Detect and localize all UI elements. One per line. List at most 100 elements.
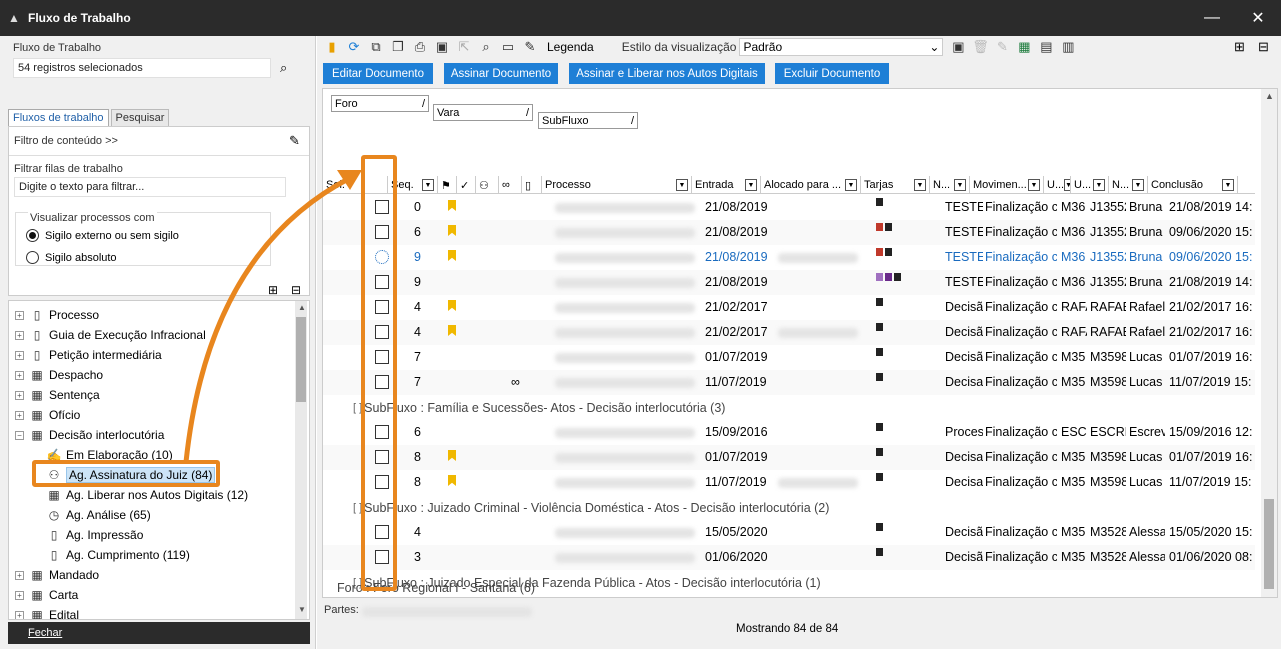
tree-node[interactable]: ▯ Ag. Impressão	[47, 525, 144, 545]
filter-dropdown-icon[interactable]: ▼	[914, 179, 926, 191]
tree-node[interactable]: ◷ Ag. Análise (65)	[47, 505, 151, 525]
col-movimento[interactable]: Movimen... ▼	[970, 176, 1044, 194]
table-row[interactable]: 7 ∞ 11/07/2019 Decisa Finalização c M35 M3598 L…	[323, 370, 1255, 395]
tree-node[interactable]: + ▯ Processo	[15, 305, 99, 325]
tree-node[interactable]: + ▦ Edital	[15, 605, 79, 619]
group-chip-subfluxo[interactable]: SubFluxo /	[538, 112, 638, 129]
new-icon[interactable]: ▮	[323, 38, 341, 56]
print-icon[interactable]: ⎙	[411, 38, 429, 56]
excluir-documento-button[interactable]: Excluir Documento	[775, 63, 889, 84]
radio-sigilo-absoluto[interactable]: Sigilo absoluto	[26, 251, 117, 264]
group-chip-foro[interactable]: Foro /	[331, 95, 429, 112]
close-button[interactable]: ✕	[1235, 0, 1281, 36]
annotate-icon[interactable]: ✎	[521, 38, 539, 56]
filter-dropdown-icon[interactable]: ▼	[1132, 179, 1144, 191]
fluxo-field[interactable]: 54 registros selecionados	[13, 58, 271, 78]
minimize-button[interactable]: —	[1189, 0, 1235, 36]
table-row[interactable]: 4 15/05/2020 Decisã Finalização c M35 M3528 Al…	[323, 520, 1255, 545]
select-icon[interactable]: ⧉	[367, 38, 385, 56]
expander-icon[interactable]: +	[15, 570, 24, 580]
filter-dropdown-icon[interactable]: ▼	[745, 179, 757, 191]
tree-node[interactable]: ▦ Ag. Liberar nos Autos Digitais (12)	[47, 485, 248, 505]
expander-icon[interactable]: +	[15, 390, 24, 400]
radio-sigilo-externo[interactable]: Sigilo externo ou sem sigilo	[26, 229, 179, 242]
table-row[interactable]: 8 11/07/2019 Decisa Finalização c M35 M3598 Lu…	[323, 470, 1255, 495]
filtro-conteudo-link[interactable]: Filtro de conteúdo >>	[14, 135, 118, 147]
comment-icon[interactable]: ▭	[499, 38, 517, 56]
table-row[interactable]: 3 01/06/2020 Decisã Finalização c M35 M3528 Al…	[323, 545, 1255, 570]
tree-node[interactable]: + ▦ Sentença	[15, 385, 100, 405]
col-tarjas[interactable]: Tarjas ▼	[861, 176, 930, 194]
col-conclusao[interactable]: Conclusão ▼	[1148, 176, 1238, 194]
editar-documento-button[interactable]: Editar Documento	[323, 63, 433, 84]
brush-icon[interactable]: ✎	[289, 133, 300, 149]
tree-node[interactable]: ▯ Ag. Cumprimento (119)	[47, 545, 190, 565]
assinar-documento-button[interactable]: Assinar Documento	[444, 63, 558, 84]
col-u2[interactable]: U... ▼	[1071, 176, 1109, 194]
grid-scroll-thumb[interactable]	[1264, 499, 1274, 589]
table-row[interactable]: 8 01/07/2019 Decisa Finalização c M35 M3598 Lu…	[323, 445, 1255, 470]
subfluxo-group-row[interactable]: [ ] SubFluxo : Juizado Criminal - Violên…	[353, 495, 1253, 520]
table-row[interactable]: 6 21/08/2019 TESTEFinalização c M36 J13552Br…	[323, 220, 1255, 245]
grid-scrollbar[interactable]: ▲	[1261, 89, 1277, 597]
table-row[interactable]: 9 21/08/2019 TESTEFinalização c M36 J13552Br…	[323, 245, 1255, 270]
expand-all-grid-icon[interactable]: ⊞	[1234, 39, 1245, 55]
estilo-select[interactable]: Padrão ⌄	[739, 38, 944, 56]
table-row[interactable]: 0 21/08/2019 TESTEFinalização c M36 J13552Br…	[323, 195, 1255, 220]
table-row[interactable]: 7 01/07/2019 Decisã Finalização c M35 M3598 Lu…	[323, 345, 1255, 370]
document-icon[interactable]: ▤	[1037, 38, 1055, 56]
filter-dropdown-icon[interactable]: ▼	[845, 179, 857, 191]
filter-dropdown-icon[interactable]: ▼	[1222, 179, 1234, 191]
excel-icon[interactable]: ▦	[1015, 38, 1033, 56]
filter-dropdown-icon[interactable]: ▼	[1028, 179, 1040, 191]
expander-icon[interactable]: +	[15, 310, 24, 320]
refresh-icon[interactable]: ⟳	[345, 38, 363, 56]
tree-node[interactable]: + ▦ Carta	[15, 585, 78, 605]
columns-icon[interactable]: ▥	[1059, 38, 1077, 56]
expander-icon[interactable]: +	[15, 330, 24, 340]
tab-pesquisar[interactable]: Pesquisar	[110, 109, 170, 126]
edit-style-icon[interactable]: ✎	[993, 38, 1011, 56]
table-row[interactable]: 9 21/08/2019 TESTEFinalização c M36 J13552Br…	[323, 270, 1255, 295]
tree-node[interactable]: + ▦ Mandado	[15, 565, 99, 585]
table-row[interactable]: 4 21/02/2017 DecisãFinalização c RAFARAFAER…	[323, 295, 1255, 320]
col-doc[interactable]: ▯	[522, 176, 542, 194]
tree-scrollbar[interactable]: ▲ ▼	[295, 301, 307, 619]
col-u1[interactable]: U...▼	[1044, 176, 1071, 194]
foro-group-footer[interactable]: Foro : Foro Regional I - Santana (6)	[337, 581, 1237, 595]
table-row[interactable]: 6 15/09/2016 ProcesFinalização c ESCRESCREE…	[323, 420, 1255, 445]
col-link[interactable]: ∞	[499, 176, 522, 194]
delete-style-icon[interactable]: 🗑	[971, 38, 989, 56]
legenda-label[interactable]: Legenda	[547, 40, 594, 54]
table-row[interactable]: 4 21/02/2017 DecisãFinalização c RAFARAFAER…	[323, 320, 1255, 345]
col-entrada[interactable]: Entrada ▼	[692, 176, 761, 194]
filter-dropdown-icon[interactable]: ▼	[1064, 179, 1070, 191]
col-nome[interactable]: N... ▼	[1109, 176, 1148, 194]
expander-icon[interactable]: +	[15, 410, 24, 420]
table-row[interactable]: 631/03/2020DecisãFinalização cREN/RENATR…	[323, 595, 1255, 597]
col-check[interactable]: ✓	[457, 176, 476, 194]
filter-dropdown-icon[interactable]: ▼	[1093, 179, 1105, 191]
expander-icon[interactable]: +	[15, 350, 24, 360]
filter-dropdown-icon[interactable]: ▼	[422, 179, 434, 191]
assinar-liberar-button[interactable]: Assinar e Liberar nos Autos Digitais	[569, 63, 765, 84]
col-processo[interactable]: Processo ▼	[542, 176, 692, 194]
col-alocado[interactable]: Alocado para ... ▼	[761, 176, 861, 194]
view-icon[interactable]: ⌕	[477, 38, 495, 56]
col-flag[interactable]: ⚑	[438, 176, 457, 194]
collapse-all-icon[interactable]: ⊟	[291, 283, 301, 297]
tree-node[interactable]: − ▦ Decisão interlocutória	[15, 425, 164, 445]
collapse-all-grid-icon[interactable]: ⊟	[1258, 39, 1269, 55]
col-user[interactable]: ⚇	[476, 176, 499, 194]
subfluxo-group-row[interactable]: [ ] SubFluxo : Família e Sucessões- Atos…	[353, 395, 1253, 420]
save-style-icon[interactable]: ▣	[949, 38, 967, 56]
tree-node[interactable]: + ▯ Guia de Execução Infracional	[15, 325, 206, 345]
filtrar-input[interactable]: Digite o texto para filtrar...	[14, 177, 286, 197]
expander-icon[interactable]: +	[15, 590, 24, 600]
filter-dropdown-icon[interactable]: ▼	[954, 179, 966, 191]
search-icon[interactable]: ⌕	[280, 60, 287, 76]
filter-dropdown-icon[interactable]: ▼	[676, 179, 688, 191]
copy-icon[interactable]: ❐	[389, 38, 407, 56]
tree-node[interactable]: + ▦ Ofício	[15, 405, 80, 425]
expand-all-icon[interactable]: ⊞	[268, 283, 278, 297]
